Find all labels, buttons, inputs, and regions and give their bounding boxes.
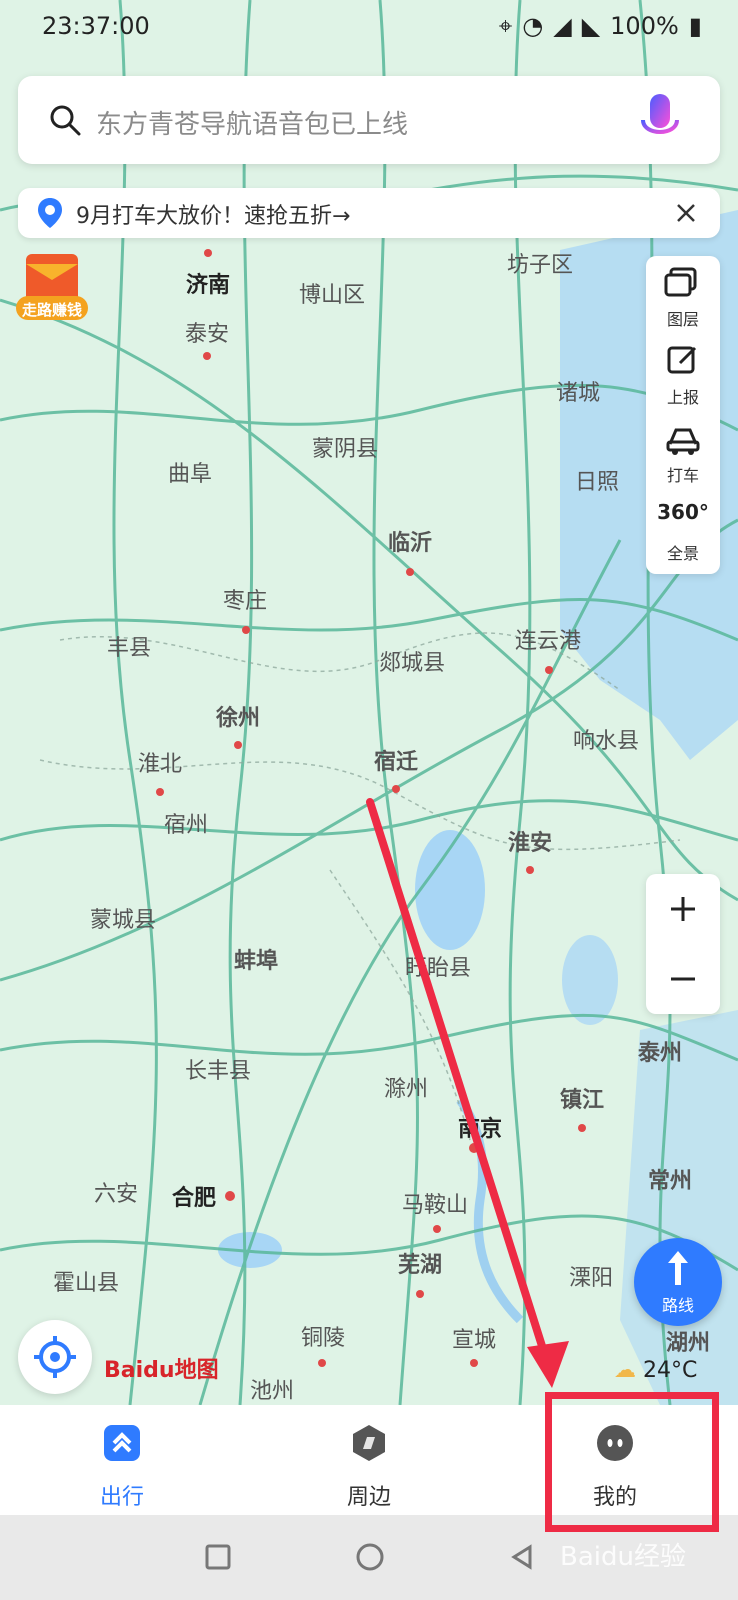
map-label-fangzi: 坊子区 <box>507 253 573 278</box>
back-icon[interactable] <box>508 1543 536 1571</box>
home-icon[interactable] <box>354 1541 386 1573</box>
map-label-taizhou: 泰州 <box>637 1041 682 1066</box>
panorama-label: 全景 <box>666 544 699 563</box>
microphone-icon[interactable] <box>638 92 682 150</box>
map-label-xuyi: 盱眙县 <box>405 956 471 981</box>
close-icon[interactable] <box>674 201 698 225</box>
map-label-tongling: 铜陵 <box>301 1326 345 1351</box>
wifi-icon: ◔ <box>522 12 544 40</box>
map-label-mengyin: 蒙阴县 <box>312 437 378 462</box>
location-pin-icon <box>38 198 62 228</box>
map-label-lianyungang: 连云港 <box>515 629 581 654</box>
promo-notice-banner[interactable]: 9月打车大放价！速抢五折→ <box>18 188 720 238</box>
map-label-changzhou: 常州 <box>648 1168 692 1194</box>
map-label-huoshan: 霍山县 <box>53 1271 119 1296</box>
compass-icon <box>353 1425 385 1461</box>
locate-icon <box>34 1336 76 1378</box>
map-label-zhucheng: 诸城 <box>556 381 600 406</box>
map-label-wuhu: 芜湖 <box>398 1253 442 1278</box>
report-label: 上报 <box>666 388 699 407</box>
recent-apps-icon[interactable] <box>204 1543 232 1571</box>
search-bar[interactable]: 东方青苍导航语音包已上线 <box>18 76 720 164</box>
nav-nearby[interactable]: 周边 <box>299 1423 439 1511</box>
map-label-mengcheng: 蒙城县 <box>90 908 156 933</box>
signal-icon-2: ◣ <box>581 12 601 40</box>
layers-button[interactable]: 图层 <box>646 256 720 334</box>
route-button[interactable]: 路线 <box>634 1238 722 1326</box>
map-tools-panel: 图层 上报 打车 360° 全景 <box>646 256 720 574</box>
taxi-icon <box>666 428 700 455</box>
map-label-changfeng: 长丰县 <box>185 1059 251 1084</box>
edit-report-icon <box>667 346 697 374</box>
route-arrow-icon <box>668 1251 688 1285</box>
map-label-huaibei: 淮北 <box>138 752 182 777</box>
zoom-controls <box>646 874 720 1014</box>
map-label-jinan: 济南 <box>186 272 230 298</box>
map-label-boshan: 博山区 <box>299 283 365 308</box>
status-bar: 23:37:00 ⌖ ◔ ◢ ◣ 100% ▮ <box>0 0 738 54</box>
map-label-taian: 泰安 <box>185 322 229 347</box>
panorama-360-icon: 360° <box>657 500 709 524</box>
travel-icon <box>104 1425 140 1461</box>
weather-widget[interactable]: ☁ 24°C <box>614 1358 697 1383</box>
map-label-xuzhou: 徐州 <box>215 705 260 731</box>
zoom-in-button[interactable] <box>646 874 720 944</box>
map-label-maanshan: 马鞍山 <box>402 1193 468 1218</box>
map-label-zhenjiang: 镇江 <box>560 1088 604 1113</box>
walk-earn-promo[interactable]: 走路赚钱 <box>10 252 94 330</box>
annotation-highlight-box <box>545 1392 719 1532</box>
map-label-suqian: 宿迁 <box>374 749 418 775</box>
location-icon: ⌖ <box>498 12 513 40</box>
taxi-button[interactable]: 打车 <box>646 412 720 490</box>
nav-travel[interactable]: 出行 <box>52 1423 192 1511</box>
map-label-luan: 六安 <box>94 1182 138 1207</box>
weather-cloud-icon: ☁ <box>614 1358 636 1383</box>
route-label: 路线 <box>661 1296 694 1315</box>
taxi-label: 打车 <box>666 466 699 485</box>
search-input[interactable]: 东方青苍导航语音包已上线 <box>96 104 408 141</box>
map-label-linyi: 临沂 <box>388 530 432 556</box>
weather-temperature: 24°C <box>643 1358 698 1383</box>
layers-icon <box>664 267 697 297</box>
report-button[interactable]: 上报 <box>646 334 720 412</box>
nav-nearby-label: 周边 <box>346 1485 391 1510</box>
map-label-chizhou: 池州 <box>250 1379 294 1404</box>
locate-button[interactable] <box>18 1320 92 1394</box>
baidu-map-logo: Baidu地图 <box>104 1358 219 1383</box>
promo-label: 走路赚钱 <box>21 301 82 319</box>
map-label-suzhou: 宿州 <box>164 813 208 838</box>
zoom-out-button[interactable] <box>646 944 720 1014</box>
notice-text: 9月打车大放价！速抢五折→ <box>76 204 351 229</box>
map-label-xiangshui: 响水县 <box>573 729 639 754</box>
map-label-xuancheng: 宣城 <box>452 1328 496 1353</box>
map-label-fengxian: 丰县 <box>107 636 151 661</box>
status-time: 23:37:00 <box>42 12 150 40</box>
map-label-huzhou: 湖州 <box>666 1331 710 1356</box>
layers-label: 图层 <box>666 310 699 329</box>
signal-icon: ◢ <box>553 12 572 40</box>
search-icon <box>50 105 81 136</box>
minus-icon <box>671 977 695 981</box>
map-label-chuzhou: 滁州 <box>384 1077 428 1102</box>
map-label-qufu: 曲阜 <box>168 462 212 487</box>
map-label-liyang: 溧阳 <box>569 1266 613 1291</box>
map-label-hefei: 合肥 <box>172 1185 216 1211</box>
map-label-huaian: 淮安 <box>508 830 552 856</box>
plus-icon <box>671 897 695 921</box>
nav-travel-label: 出行 <box>99 1485 144 1510</box>
baidu-experience-watermark: Baidu经验 <box>560 1542 686 1572</box>
map-label-bengbu: 蚌埠 <box>234 948 278 974</box>
map-label-tancheng: 郯城县 <box>379 651 445 676</box>
map-label-rizhao: 日照 <box>575 470 619 495</box>
panorama-button[interactable]: 360° 全景 <box>646 490 720 568</box>
battery-text: 100% <box>610 12 679 40</box>
battery-icon: ▮ <box>688 12 702 40</box>
map-label-zaozhuang: 枣庄 <box>223 589 267 614</box>
status-icons: ⌖ ◔ ◢ ◣ 100% ▮ <box>499 12 702 40</box>
